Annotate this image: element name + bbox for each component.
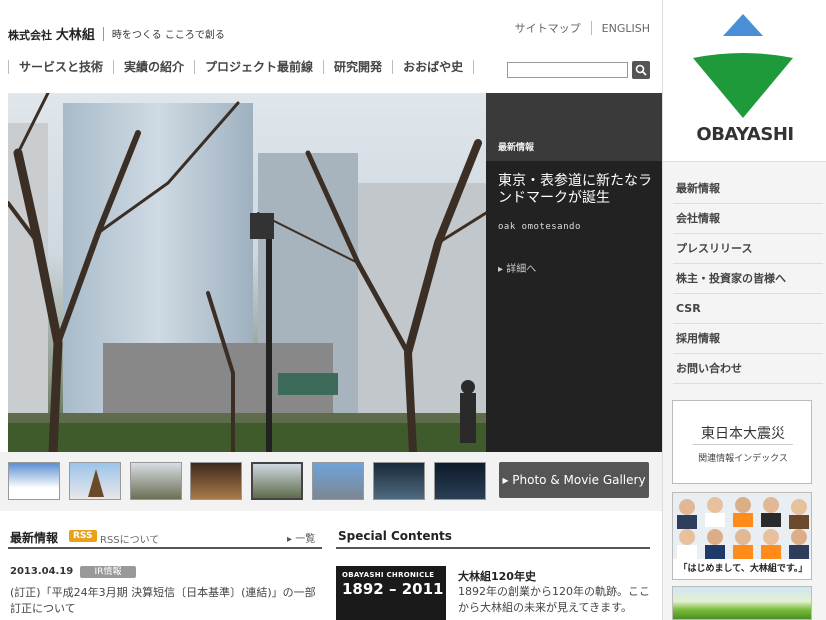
sidebar-item-company[interactable]: 会社情報: [673, 204, 823, 234]
thumbnail-5-active[interactable]: [251, 462, 303, 500]
sidebar-item-contact[interactable]: お問い合わせ: [673, 354, 823, 384]
earthquake-banner[interactable]: 東日本大震災 関連情報インデックス: [672, 400, 812, 484]
sidebar-item-recruit[interactable]: 採用情報: [673, 324, 823, 354]
sidebar-item-press[interactable]: プレスリリース: [673, 234, 823, 264]
nav-history[interactable]: おおばや史: [392, 60, 475, 74]
header: 株式会社 大林組 時をつくる こころで創る サイトマップ ENGLISH サービ…: [0, 0, 662, 93]
sidebar-item-news[interactable]: 最新情報: [673, 174, 823, 204]
chronicle-years: 1892 – 2011: [342, 580, 444, 598]
brand-name: OBAYASHI: [696, 124, 794, 145]
global-nav: サービスと技術 実績の紹介 プロジェクト最前線 研究開発 おおばや史: [8, 60, 475, 74]
sidebar-nav: 最新情報 会社情報 プレスリリース 株主・投資家の皆様へ CSR 採用情報 お問…: [673, 174, 823, 384]
nav-works[interactable]: 実績の紹介: [113, 60, 194, 74]
special-heading: Special Contents: [338, 529, 452, 543]
obayashi-logo-icon: [693, 14, 793, 118]
news-list-link[interactable]: ▸ 一覧: [287, 530, 315, 545]
quake-title: 東日本大震災: [701, 426, 785, 442]
quake-subtitle: 関連情報インデックス: [698, 454, 788, 464]
search-icon: [635, 64, 647, 76]
thumbnail-1[interactable]: [8, 462, 60, 500]
landscape-banner[interactable]: [672, 586, 812, 620]
news-heading: 最新情報: [10, 531, 59, 545]
right-sidebar: OBAYASHI 最新情報 会社情報 プレスリリース 株主・投資家の皆様へ CS…: [662, 0, 826, 620]
rss-about-link[interactable]: RSSについて: [100, 531, 159, 546]
special-title[interactable]: 大林組120年史: [458, 568, 536, 584]
special-divider: [336, 547, 650, 549]
feature-subtitle: oak omotesando: [498, 222, 581, 232]
utility-links: サイトマップ ENGLISH: [515, 20, 650, 36]
sidebar-item-csr[interactable]: CSR: [673, 294, 823, 324]
category-badge: IR情報: [80, 566, 136, 578]
people-caption: 「はじめまして、大林組です。」: [673, 559, 811, 579]
thumbnail-2[interactable]: [69, 462, 121, 500]
nav-services[interactable]: サービスと技術: [8, 60, 113, 74]
news-item-link[interactable]: (訂正)「平成24年3月期 決算短信〔日本基準〕(連結)」の一部訂正について: [10, 585, 320, 617]
rss-badge[interactable]: RSS: [69, 530, 97, 542]
thumbnail-6[interactable]: [312, 462, 364, 500]
thumbnail-8[interactable]: [434, 462, 486, 500]
sitemap-link[interactable]: サイトマップ: [515, 20, 581, 36]
search-button[interactable]: [632, 61, 650, 79]
english-link[interactable]: ENGLISH: [602, 22, 650, 35]
brand-logo[interactable]: OBAYASHI: [663, 0, 826, 162]
nav-projects[interactable]: プロジェクト最前線: [194, 60, 323, 74]
company-logo-line[interactable]: 株式会社 大林組 時をつくる こころで創る: [8, 24, 225, 43]
divider: [102, 26, 104, 41]
news-divider: [8, 547, 322, 549]
hero-image[interactable]: [8, 93, 486, 452]
chronicle-banner[interactable]: OBAYASHI CHRONICLE 1892 – 2011: [336, 566, 446, 620]
feature-label: 最新情報: [498, 143, 535, 153]
thumbnail-4[interactable]: [190, 462, 242, 500]
sidebar-item-investors[interactable]: 株主・投資家の皆様へ: [673, 264, 823, 294]
thumbnail-3[interactable]: [130, 462, 182, 500]
tagline: 時をつくる こころで創る: [111, 30, 225, 41]
divider: [693, 444, 793, 445]
people-banner[interactable]: 「はじめまして、大林組です。」: [672, 492, 812, 580]
feature-header: 最新情報: [486, 93, 662, 161]
feature-title[interactable]: 東京・表参道に新たなランドマークが誕生: [498, 173, 656, 207]
thumbnail-7[interactable]: [373, 462, 425, 500]
company-name: 株式会社 大林組: [8, 24, 95, 43]
photo-movie-gallery-button[interactable]: ▸ Photo & Movie Gallery: [499, 462, 649, 498]
feature-more-link[interactable]: ▸ 詳細へ: [498, 260, 536, 275]
search-input[interactable]: [507, 62, 628, 78]
special-text: 1892年の創業から120年の軌跡。ここから大林組の未来が見えてきます。: [458, 585, 650, 614]
feature-panel[interactable]: 最新情報 東京・表参道に新たなランドマークが誕生 oak omotesando …: [486, 93, 662, 452]
staff-photo-collage: [673, 493, 811, 559]
divider: [590, 21, 592, 35]
omotesando-photo: [8, 93, 486, 452]
company-name-main: 大林組: [55, 28, 95, 43]
nav-research[interactable]: 研究開発: [323, 60, 392, 74]
company-prefix: 株式会社: [8, 29, 52, 42]
chronicle-label: OBAYASHI CHRONICLE: [342, 571, 435, 579]
news-date: 2013.04.19: [10, 566, 74, 577]
tower-thumbnail-image: [88, 469, 104, 497]
